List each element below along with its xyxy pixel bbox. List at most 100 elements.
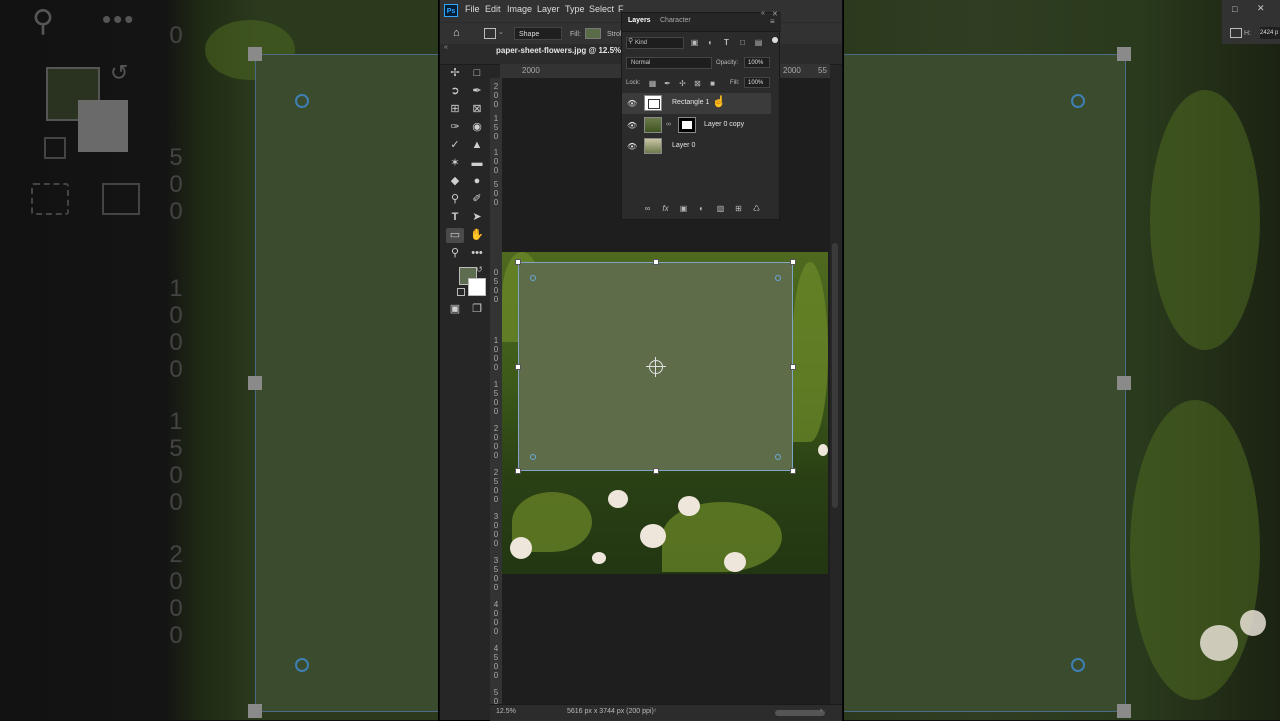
shape-filter-icon[interactable]: □ xyxy=(738,38,747,47)
zoom-level[interactable]: 12.5% xyxy=(496,708,516,715)
brush-tool-icon[interactable]: ✓ xyxy=(446,138,464,153)
marquee-tool-icon[interactable]: □ xyxy=(468,66,486,81)
chevron-right-icon[interactable]: › xyxy=(642,707,644,714)
lock-position-icon[interactable]: ✢ xyxy=(678,79,687,88)
link-icon[interactable]: ∞ xyxy=(666,121,671,128)
path-selection-tool-icon[interactable]: ➤ xyxy=(468,210,486,225)
menu-type[interactable]: Type xyxy=(565,4,585,14)
transform-handle-left[interactable] xyxy=(515,364,521,370)
maximize-icon[interactable]: □ xyxy=(1232,4,1237,14)
transform-handle-bottom-left[interactable] xyxy=(515,468,521,474)
vertical-scrollbar[interactable] xyxy=(830,78,840,704)
layer-row-rectangle-1[interactable]: 👁 Rectangle 1 xyxy=(622,93,771,114)
filter-kind-select[interactable]: Kind xyxy=(626,37,684,49)
adjustment-layer-icon[interactable]: ◐ xyxy=(696,203,707,214)
healing-brush-tool-icon[interactable]: ◉ xyxy=(468,120,486,135)
eraser-tool-icon[interactable]: ▬ xyxy=(468,156,486,171)
home-icon[interactable]: ⌂ xyxy=(453,27,460,39)
filter-toggle-icon[interactable] xyxy=(772,37,778,43)
transform-handle-right[interactable] xyxy=(790,364,796,370)
crop-tool-icon[interactable]: ⊞ xyxy=(446,102,464,117)
chevron-left-icon[interactable]: ‹ xyxy=(654,707,656,714)
corner-radius-handle[interactable] xyxy=(530,275,536,281)
collapse-icon[interactable]: « xyxy=(444,44,448,51)
tool-mode-select[interactable]: Shape xyxy=(514,27,562,40)
lasso-tool-icon[interactable]: ➲ xyxy=(446,84,464,99)
zoom-tool-icon[interactable]: ⚲ xyxy=(446,246,464,261)
rectangle-tool-preset-icon[interactable] xyxy=(484,28,496,39)
new-group-icon[interactable]: ▧ xyxy=(715,203,726,214)
eyedropper-tool-icon[interactable]: ✑ xyxy=(446,120,464,135)
lock-all-icon[interactable]: ■ xyxy=(708,79,717,88)
history-brush-tool-icon[interactable]: ✶ xyxy=(446,156,464,171)
corner-radius-handle[interactable] xyxy=(775,454,781,460)
swap-colors-icon[interactable]: ↺ xyxy=(476,265,483,274)
transform-handle-top-left[interactable] xyxy=(515,259,521,265)
default-colors-icon[interactable] xyxy=(457,288,465,296)
visibility-eye-icon[interactable]: 👁 xyxy=(627,99,637,108)
link-layers-icon[interactable]: ∞ xyxy=(642,203,653,214)
chevron-down-icon[interactable]: ⌄ xyxy=(498,28,504,36)
lock-image-icon[interactable]: ✒ xyxy=(663,79,672,88)
layer-name[interactable]: Rectangle 1 xyxy=(672,99,709,106)
fill-field[interactable]: 100% xyxy=(744,77,770,88)
transform-handle-top-right[interactable] xyxy=(790,259,796,265)
lock-artboard-icon[interactable]: ⊠ xyxy=(693,79,702,88)
mask-thumbnail[interactable] xyxy=(678,117,696,133)
add-mask-icon[interactable]: ▣ xyxy=(678,203,689,214)
menu-image[interactable]: Image xyxy=(507,4,532,14)
layer-row-layer-0[interactable]: 👁 Layer 0 xyxy=(622,136,771,157)
layer-style-fx-icon[interactable]: fx xyxy=(660,203,671,214)
frame-tool-icon[interactable]: ⊠ xyxy=(468,102,486,117)
adjustment-filter-icon[interactable]: ◐ xyxy=(706,38,715,47)
quick-mask-icon[interactable]: ▣ xyxy=(446,302,464,317)
move-tool-icon[interactable]: ✢ xyxy=(446,66,464,81)
screen-mode-icon[interactable]: ❐ xyxy=(468,302,486,317)
delete-layer-icon[interactable]: ♺ xyxy=(751,203,762,214)
paint-bucket-tool-icon[interactable]: ◆ xyxy=(446,174,464,189)
hand-tool-icon[interactable]: ✋ xyxy=(468,228,486,243)
clone-stamp-tool-icon[interactable]: ▲ xyxy=(468,138,486,153)
background-color-swatch[interactable] xyxy=(468,278,486,296)
type-filter-icon[interactable]: T xyxy=(722,38,731,47)
vertical-scrollbar-thumb[interactable] xyxy=(832,243,838,508)
scroll-right-icon[interactable]: › xyxy=(820,707,822,714)
menu-file[interactable]: File xyxy=(465,4,480,14)
menu-edit[interactable]: Edit xyxy=(485,4,501,14)
horizontal-scrollbar-thumb[interactable] xyxy=(775,710,825,716)
panel-collapse-icon[interactable]: « xyxy=(761,10,765,17)
menu-layer[interactable]: Layer xyxy=(537,4,560,14)
document-tab[interactable]: paper-sheet-flowers.jpg @ 12.5% ( xyxy=(496,46,636,64)
opacity-field[interactable]: 100% xyxy=(744,57,770,68)
dodge-tool-icon[interactable]: ⚲ xyxy=(446,192,464,207)
type-tool-icon[interactable]: T xyxy=(446,210,464,225)
smart-object-filter-icon[interactable]: ▤ xyxy=(754,38,763,47)
transform-handle-bottom[interactable] xyxy=(653,468,659,474)
layer-row-layer-0-copy[interactable]: 👁 ∞ Layer 0 copy xyxy=(622,115,771,136)
transform-icon[interactable] xyxy=(1230,28,1242,38)
quick-selection-tool-icon[interactable]: ✒ xyxy=(468,84,486,99)
more-tools-icon[interactable]: ••• xyxy=(468,246,486,261)
transform-handle-bottom-right[interactable] xyxy=(790,468,796,474)
transform-handle-top[interactable] xyxy=(653,259,659,265)
layer-name[interactable]: Layer 0 copy xyxy=(704,121,744,128)
tab-character[interactable]: Character xyxy=(660,17,691,24)
pixel-filter-icon[interactable]: ▣ xyxy=(690,38,699,47)
panel-menu-icon[interactable]: ≡ xyxy=(770,17,775,26)
visibility-eye-icon[interactable]: 👁 xyxy=(627,142,637,151)
corner-radius-handle[interactable] xyxy=(530,454,536,460)
visibility-eye-icon[interactable]: 👁 xyxy=(627,121,637,130)
layer-name[interactable]: Layer 0 xyxy=(672,142,695,149)
new-layer-icon[interactable]: ⊞ xyxy=(733,203,744,214)
blend-mode-select[interactable]: Normal xyxy=(626,57,712,69)
pen-tool-icon[interactable]: ✐ xyxy=(468,192,486,207)
menu-select[interactable]: Select xyxy=(589,4,614,14)
height-field[interactable]: 2424 p xyxy=(1260,27,1280,39)
rectangle-tool-icon[interactable]: ▭ xyxy=(446,228,464,243)
lock-transparent-icon[interactable]: ▦ xyxy=(648,79,657,88)
tab-layers[interactable]: Layers xyxy=(628,17,651,24)
corner-radius-handle[interactable] xyxy=(775,275,781,281)
fill-swatch[interactable] xyxy=(585,28,601,39)
close-icon[interactable]: ✕ xyxy=(1257,3,1265,14)
blur-tool-icon[interactable]: ● xyxy=(468,174,486,189)
